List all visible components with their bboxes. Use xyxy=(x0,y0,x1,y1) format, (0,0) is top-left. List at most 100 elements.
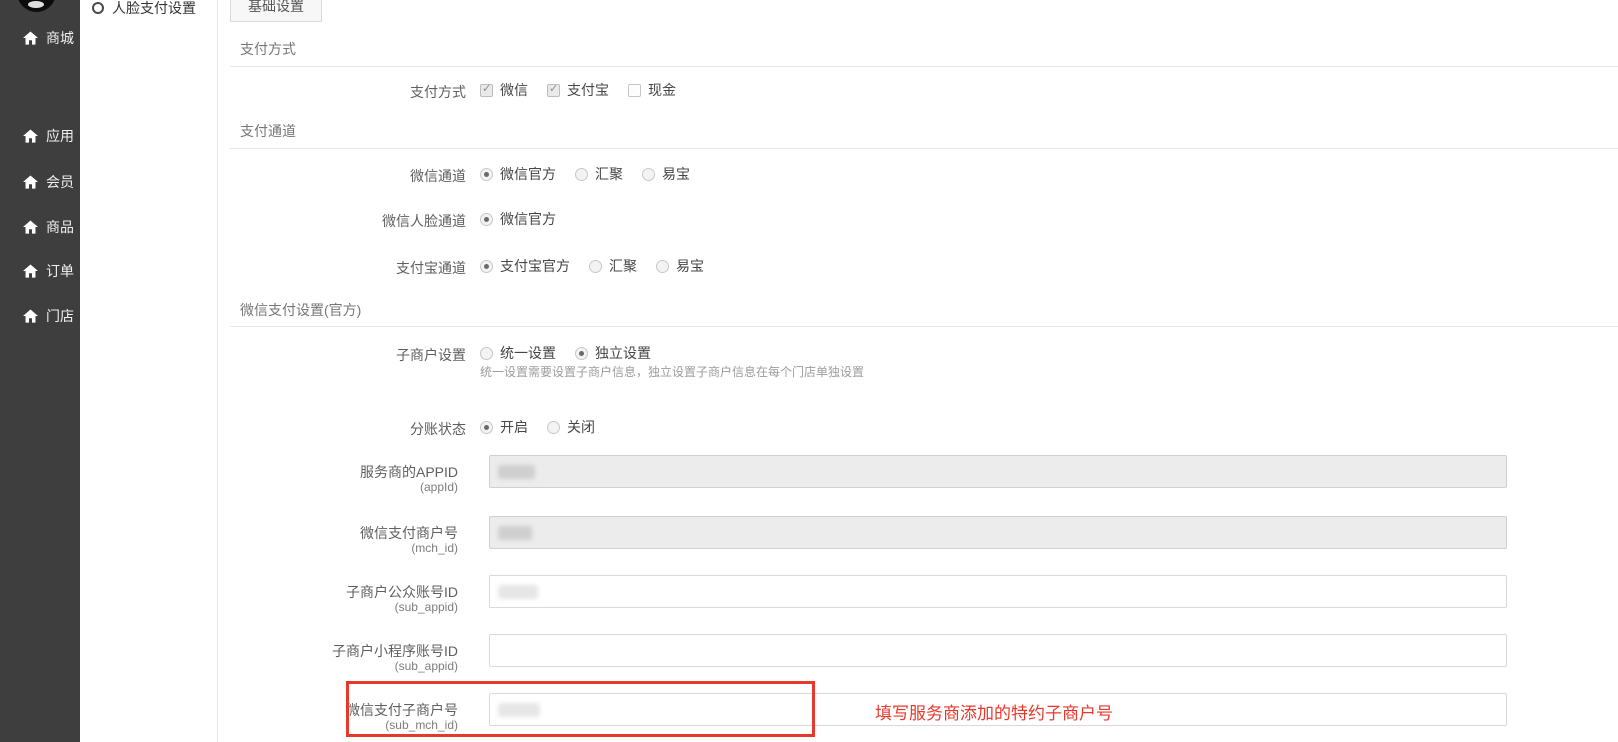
radio-label: 统一设置 xyxy=(500,343,556,363)
home-icon xyxy=(23,31,38,45)
form-row-alipay-channel: 支付宝通道 支付宝官方 汇聚 易宝 xyxy=(218,256,1618,276)
radio-label: 汇聚 xyxy=(595,164,623,184)
radio-selected-icon[interactable] xyxy=(480,168,493,181)
input-sub-miniprogram-appid[interactable] xyxy=(489,634,1507,667)
radio-split-off[interactable]: 关闭 xyxy=(547,417,595,437)
radio-wechat-official[interactable]: 微信官方 xyxy=(480,164,556,184)
radio-unselected-icon[interactable] xyxy=(642,168,655,181)
radio-unselected-icon[interactable] xyxy=(656,260,669,273)
radio-split-on[interactable]: 开启 xyxy=(480,417,528,437)
radio-alipay-huiju[interactable]: 汇聚 xyxy=(589,256,637,276)
field-sublabel: (appId) xyxy=(218,480,458,495)
form-row-sub-appid: 子商户公众账号ID (sub_appid) xyxy=(218,575,1618,608)
field-sublabel: (sub_mch_id) xyxy=(218,718,458,733)
form-row-wechat-channel: 微信通道 微信官方 汇聚 易宝 xyxy=(218,164,1618,184)
form-row-sub-merchant-setting: 子商户设置 统一设置 独立设置 统一设置需要设置子商户信息，独立设置子商户信息在… xyxy=(218,343,1618,383)
radio-label: 关闭 xyxy=(567,417,595,437)
sidebar-item-goods[interactable]: 商品 xyxy=(0,217,80,237)
checkbox-alipay[interactable]: 支付宝 xyxy=(547,80,609,100)
sidebar-item-orders[interactable]: 订单 xyxy=(0,261,80,281)
radio-unified-setting[interactable]: 统一设置 xyxy=(480,343,556,363)
form-row-appid: 服务商的APPID (appId) xyxy=(218,455,1618,488)
radio-unselected-icon[interactable] xyxy=(575,168,588,181)
checkbox-checked-icon[interactable] xyxy=(547,84,560,97)
form-label: 支付方式 xyxy=(218,82,466,102)
field-label: 服务商的APPID xyxy=(218,464,458,480)
app-window: 商城 应用 会员 商品 订单 门店 人脸支付设置 基础设置 xyxy=(0,0,1618,742)
radio-label: 开启 xyxy=(500,417,528,437)
field-sublabel: (mch_id) xyxy=(218,541,458,556)
radio-label: 独立设置 xyxy=(595,343,651,363)
radio-selected-icon[interactable] xyxy=(575,347,588,360)
input-mch-id xyxy=(489,516,1507,549)
radio-alipay-yibao[interactable]: 易宝 xyxy=(656,256,704,276)
sidebar-item-label: 商品 xyxy=(46,217,74,237)
sidebar-item-apps[interactable]: 应用 xyxy=(0,126,80,146)
radio-selected-icon[interactable] xyxy=(480,213,493,226)
radio-face-wechat-official[interactable]: 微信官方 xyxy=(480,209,556,229)
sidebar-item-stores[interactable]: 门店 xyxy=(0,306,80,326)
submenu-item-face-pay-settings[interactable]: 人脸支付设置 xyxy=(80,0,217,19)
sidebar-item-label: 应用 xyxy=(46,126,74,146)
checkbox-label: 支付宝 xyxy=(567,80,609,100)
form-label: 子商户设置 xyxy=(218,345,466,365)
sidebar-item-label: 商城 xyxy=(46,28,74,48)
field-sublabel: (sub_appid) xyxy=(218,600,458,615)
radio-yibao[interactable]: 易宝 xyxy=(642,164,690,184)
sidebar-item-label: 会员 xyxy=(46,172,74,192)
secondary-sidebar: 人脸支付设置 xyxy=(80,0,218,742)
section-title-pay-channel: 支付通道 xyxy=(240,121,296,141)
circle-bullet-icon xyxy=(92,2,104,14)
redacted-value-mask xyxy=(498,526,532,540)
radio-label: 微信官方 xyxy=(500,209,556,229)
input-sub-appid[interactable] xyxy=(489,575,1507,608)
home-icon xyxy=(23,309,38,323)
logo[interactable] xyxy=(17,0,56,12)
checkbox-unchecked-icon[interactable] xyxy=(628,84,641,97)
radio-alipay-official[interactable]: 支付宝官方 xyxy=(480,256,570,276)
field-label: 子商户公众账号ID xyxy=(218,584,458,600)
field-label: 微信支付商户号 xyxy=(218,525,458,541)
radio-unselected-icon[interactable] xyxy=(547,421,560,434)
sub-merchant-hint: 统一设置需要设置子商户信息，独立设置子商户信息在每个门店单独设置 xyxy=(480,363,864,380)
radio-label: 支付宝官方 xyxy=(500,256,570,276)
field-label: 微信支付子商户号 xyxy=(218,702,458,718)
radio-label: 易宝 xyxy=(662,164,690,184)
home-icon xyxy=(23,175,38,189)
radio-huiju[interactable]: 汇聚 xyxy=(575,164,623,184)
checkbox-label: 微信 xyxy=(500,80,528,100)
radio-label: 汇聚 xyxy=(609,256,637,276)
radio-selected-icon[interactable] xyxy=(480,260,493,273)
checkbox-cash[interactable]: 现金 xyxy=(628,80,676,100)
field-label: 子商户小程序账号ID xyxy=(218,643,458,659)
logo-gleam xyxy=(28,1,44,8)
radio-unselected-icon[interactable] xyxy=(589,260,602,273)
submenu-item-label: 人脸支付设置 xyxy=(112,0,196,18)
section-title-wechat-pay-settings: 微信支付设置(官方) xyxy=(240,300,361,320)
form-label: 微信通道 xyxy=(218,166,466,186)
primary-sidebar: 商城 应用 会员 商品 订单 门店 xyxy=(0,0,80,742)
form-label: 微信人脸通道 xyxy=(218,211,466,231)
main-content: 基础设置 支付方式 支付方式 微信 支付宝 现金 支付 xyxy=(218,0,1618,742)
radio-unselected-icon[interactable] xyxy=(480,347,493,360)
home-icon xyxy=(23,264,38,278)
redacted-value-mask xyxy=(498,585,538,599)
form-row-wechat-face-channel: 微信人脸通道 微信官方 xyxy=(218,209,1618,229)
checkbox-checked-icon[interactable] xyxy=(480,84,493,97)
sidebar-item-members[interactable]: 会员 xyxy=(0,172,80,192)
form-label: 分账状态 xyxy=(218,419,466,439)
checkbox-wechat[interactable]: 微信 xyxy=(480,80,528,100)
section-divider xyxy=(230,326,1618,327)
form-row-pay-method: 支付方式 微信 支付宝 现金 xyxy=(218,80,1618,100)
field-sublabel: (sub_appid) xyxy=(218,659,458,674)
sidebar-item-mall[interactable]: 商城 xyxy=(0,28,80,48)
section-divider xyxy=(230,66,1618,67)
input-appid xyxy=(489,455,1507,488)
radio-independent-setting[interactable]: 独立设置 xyxy=(575,343,651,363)
radio-selected-icon[interactable] xyxy=(480,421,493,434)
form-row-mch-id: 微信支付商户号 (mch_id) xyxy=(218,516,1618,549)
tab-basic-settings[interactable]: 基础设置 xyxy=(230,0,322,22)
redacted-value-mask xyxy=(498,465,535,479)
section-title-pay-method: 支付方式 xyxy=(240,39,296,59)
form-row-sub-miniprogram-appid: 子商户小程序账号ID (sub_appid) xyxy=(218,634,1618,667)
